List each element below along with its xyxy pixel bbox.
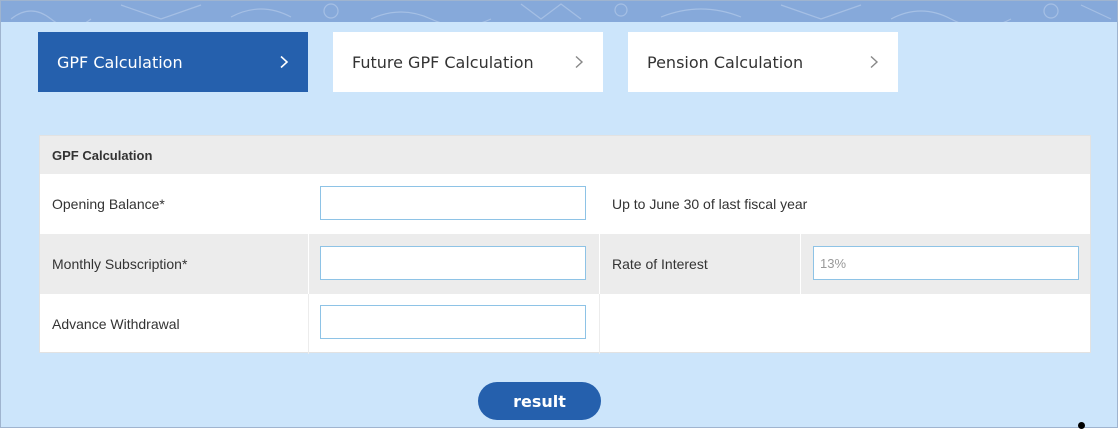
- tab-label: Future GPF Calculation: [352, 52, 534, 72]
- tab-label: GPF Calculation: [57, 52, 183, 72]
- calculator-frame: GPF Calculation Future GPF Calculation P…: [0, 0, 1118, 428]
- form-row-opening-balance: Opening Balance* Up to June 30 of last f…: [40, 174, 1090, 234]
- cursor-dot: [1078, 422, 1085, 429]
- opening-balance-input[interactable]: [320, 186, 586, 220]
- result-button[interactable]: result: [478, 382, 601, 420]
- rate-of-interest-label: Rate of Interest: [612, 256, 708, 272]
- form-row-monthly-subscription: Monthly Subscription* Rate of Interest: [40, 234, 1090, 294]
- column-divider: [308, 234, 309, 294]
- tab-pension-calculation[interactable]: Pension Calculation: [628, 32, 898, 92]
- chevron-right-icon: [575, 55, 584, 69]
- column-divider: [599, 294, 600, 354]
- column-divider: [599, 234, 600, 294]
- opening-balance-note: Up to June 30 of last fiscal year: [612, 196, 808, 212]
- form-row-advance-withdrawal: Advance Withdrawal: [40, 294, 1090, 354]
- opening-balance-label: Opening Balance*: [52, 196, 165, 212]
- gpf-calculation-form: GPF Calculation Opening Balance* Up to J…: [39, 135, 1091, 354]
- column-divider: [308, 294, 309, 354]
- decorative-banner: [1, 1, 1117, 22]
- monthly-subscription-input[interactable]: [320, 246, 586, 280]
- advance-withdrawal-input[interactable]: [320, 305, 586, 339]
- tab-gpf-calculation[interactable]: GPF Calculation: [38, 32, 308, 92]
- form-title: GPF Calculation: [40, 136, 1090, 174]
- monthly-subscription-label: Monthly Subscription*: [52, 256, 188, 272]
- chevron-right-icon: [280, 55, 289, 69]
- rate-of-interest-input[interactable]: [813, 246, 1079, 280]
- tab-label: Pension Calculation: [647, 52, 804, 72]
- chevron-right-icon: [870, 55, 879, 69]
- column-divider: [800, 234, 801, 294]
- tab-future-gpf-calculation[interactable]: Future GPF Calculation: [333, 32, 603, 92]
- advance-withdrawal-label: Advance Withdrawal: [52, 316, 180, 332]
- banner-pattern: [10, 3, 1112, 22]
